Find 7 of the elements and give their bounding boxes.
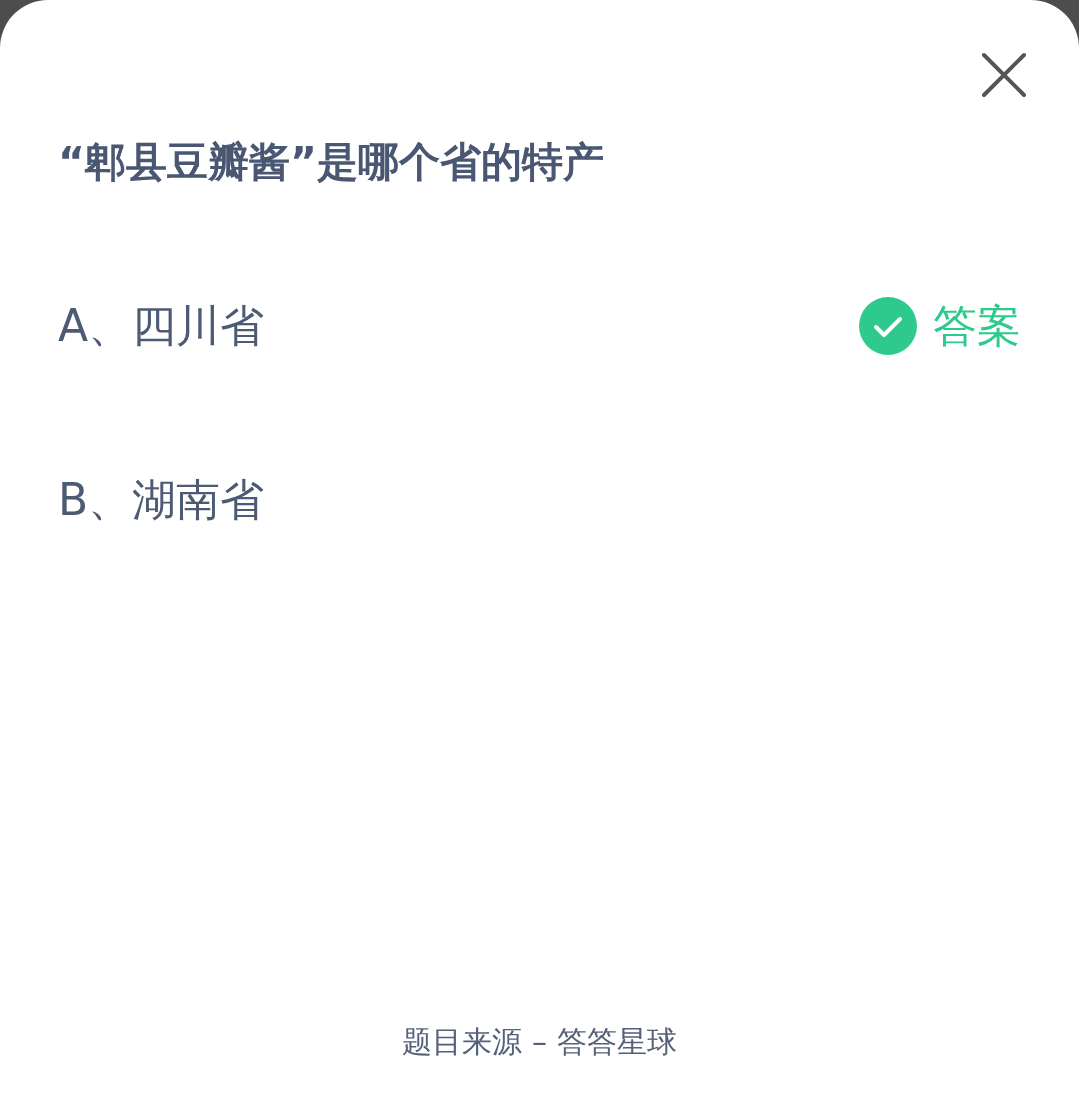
answer-label: 答案 [933,304,1021,349]
close-icon[interactable] [981,52,1027,98]
check-icon [859,297,917,356]
source-text: 题目来源 – 答答星球 [402,1024,677,1059]
question-text: “郫县豆瓣酱”是哪个省的特产 [58,138,605,188]
option-text[interactable]: B、湖南省 [58,478,265,523]
option-text[interactable]: A、四川省 [58,304,265,349]
